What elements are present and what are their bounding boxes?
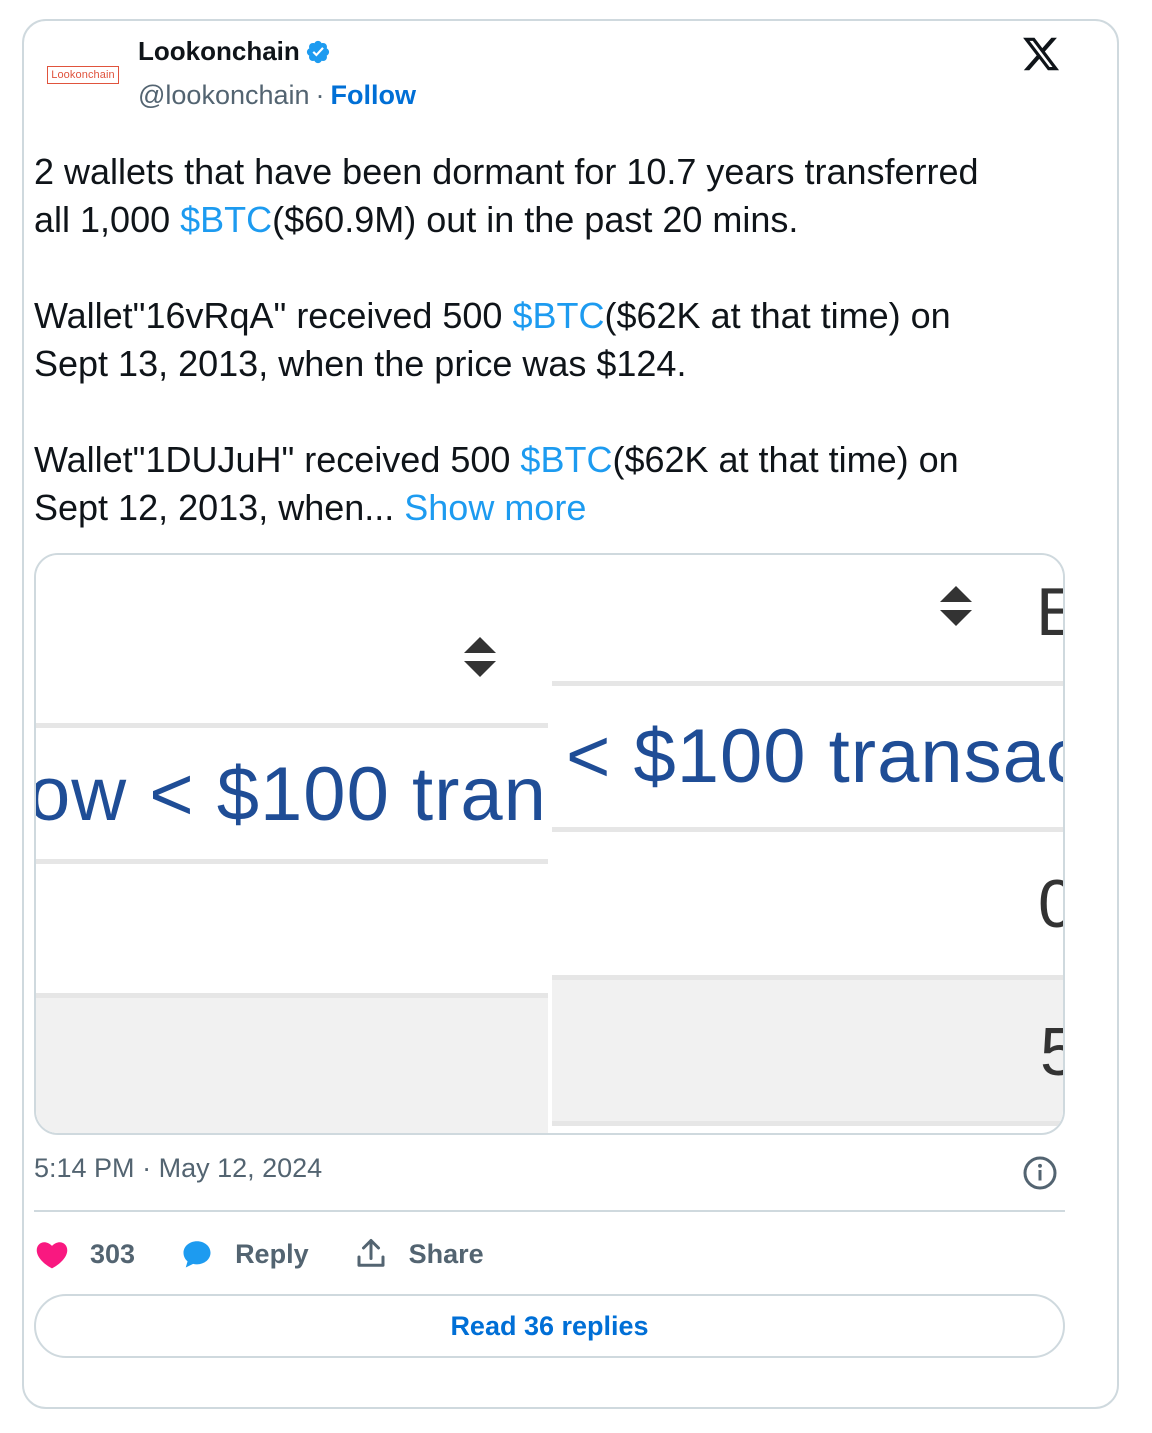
table-divider	[36, 993, 548, 998]
table-divider	[552, 681, 1063, 686]
author-handle-row: @lookonchain · Follow	[138, 80, 416, 111]
table-divider	[36, 723, 548, 728]
divider	[34, 1210, 1065, 1212]
sort-icon	[464, 637, 496, 677]
timestamp-row[interactable]: 5:14 PM · May 12, 2024	[34, 1153, 322, 1184]
author-handle[interactable]: @lookonchain	[138, 80, 310, 110]
avatar[interactable]: Lookonchain	[38, 60, 128, 90]
cashtag-link[interactable]: $BTC	[512, 295, 604, 336]
share-label: Share	[408, 1238, 484, 1269]
table-row	[552, 979, 1063, 1123]
sort-icon	[940, 586, 972, 626]
like-count: 303	[90, 1238, 136, 1269]
x-logo-icon[interactable]	[1018, 34, 1064, 74]
reply-label: Reply	[235, 1238, 309, 1269]
author-display-name[interactable]: Lookonchain	[138, 36, 300, 67]
like-button[interactable]: 303	[34, 1236, 135, 1272]
cashtag-link[interactable]: $BTC	[180, 199, 272, 240]
table-row	[36, 995, 548, 1133]
verified-badge-icon	[306, 40, 329, 63]
table-cell: 0	[1038, 865, 1063, 943]
table-divider	[552, 827, 1063, 832]
show-more-link[interactable]: Show more	[404, 487, 586, 528]
follow-button[interactable]: Follow	[331, 80, 416, 110]
table-divider	[552, 1121, 1063, 1126]
timestamp-separator: ·	[142, 1153, 152, 1183]
share-button[interactable]: Share	[353, 1236, 484, 1272]
media-panel-right: E < $100 transact 0 5	[552, 555, 1065, 1133]
heart-icon	[36, 1242, 68, 1269]
share-icon	[357, 1239, 385, 1267]
author-name-row: Lookonchain	[138, 36, 331, 67]
action-bar: 303 Reply Share	[34, 1228, 528, 1280]
table-header-partial: E	[1036, 573, 1063, 651]
tweet-text: 2 wallets that have been dormant for 10.…	[34, 148, 1074, 532]
table-divider	[552, 975, 1063, 980]
cashtag-link[interactable]: $BTC	[520, 439, 612, 480]
table-header-text: ow < $100 transac	[36, 752, 548, 837]
table-cell: 5	[1040, 1013, 1063, 1091]
timestamp-date: May 12, 2024	[158, 1153, 323, 1183]
handle-separator: ·	[315, 80, 325, 110]
info-icon[interactable]	[1022, 1155, 1058, 1191]
timestamp-time: 5:14 PM	[34, 1153, 135, 1183]
table-header-text: < $100 transact	[566, 714, 1065, 799]
avatar-logo-text: Lookonchain	[47, 66, 119, 84]
read-replies-button[interactable]: Read 36 replies	[34, 1294, 1065, 1358]
reply-bubble-icon	[183, 1241, 211, 1268]
reply-button[interactable]: Reply	[179, 1236, 309, 1272]
media-image[interactable]: ow < $100 transac E < $100 transact 0 5	[34, 553, 1065, 1135]
media-panel-left: ow < $100 transac	[36, 555, 548, 1133]
table-divider	[36, 859, 548, 864]
